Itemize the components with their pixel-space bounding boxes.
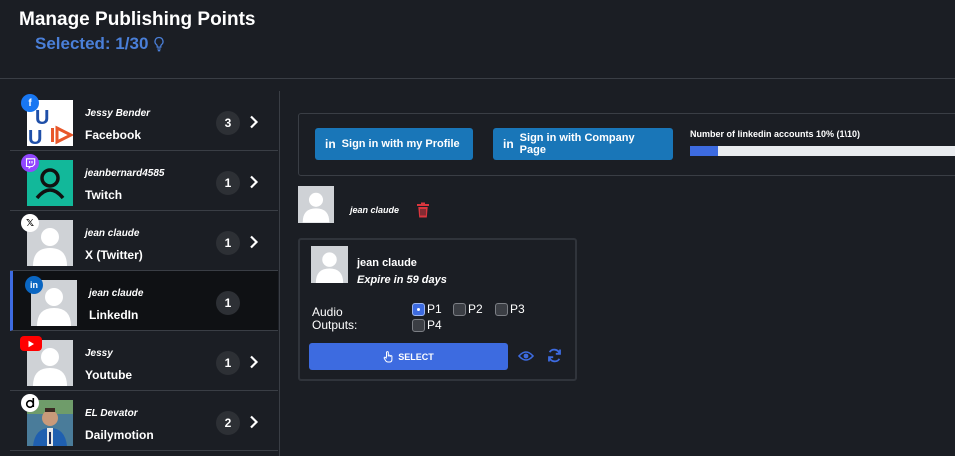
page-title: Manage Publishing Points (19, 9, 256, 30)
select-label: SELECT (398, 351, 434, 362)
chevron-right-icon[interactable] (249, 355, 259, 369)
sidebar-item-youtube[interactable]: Jessy Youtube 1 (10, 331, 278, 391)
account-quota-label: Number of linkedin accounts 10% (1\10) (690, 129, 861, 139)
linkedin-icon: in (325, 137, 336, 151)
platform-name: Dailymotion (85, 428, 154, 442)
platform-name: Facebook (85, 128, 142, 142)
svg-text:U: U (35, 107, 49, 129)
chevron-right-icon[interactable] (249, 115, 259, 129)
selected-count-text: Selected: 1/30 (35, 34, 149, 53)
sign-in-company-button[interactable]: in Sign in with Company Page (493, 128, 673, 160)
dailymotion-icon (21, 394, 39, 412)
audio-output-label: P1 (427, 302, 442, 316)
account-count: 1 (216, 171, 240, 195)
platform-name: Twitch (85, 188, 123, 202)
sidebar-item-linkedin[interactable]: in jean claude LinkedIn 1 (10, 271, 278, 331)
audio-output-label: P2 (468, 302, 483, 316)
checkbox[interactable] (412, 302, 425, 316)
sidebar-item-facebook[interactable]: UU f Jessy Bender Facebook 3 (10, 91, 278, 151)
account-count: 1 (216, 231, 240, 255)
checkbox[interactable] (412, 318, 425, 332)
account-count: 3 (216, 111, 240, 135)
checkbox[interactable] (495, 302, 508, 316)
linkedin-signin-bar: in Sign in with my Profile in Sign in wi… (298, 113, 955, 176)
sign-in-profile-button[interactable]: in Sign in with my Profile (315, 128, 473, 160)
lightbulb-icon[interactable] (153, 36, 165, 52)
youtube-icon (20, 336, 42, 351)
checkbox[interactable] (453, 302, 466, 316)
linkedin-icon: in (503, 137, 514, 151)
sign-in-profile-label: Sign in with my Profile (341, 138, 460, 150)
audio-output-label: P3 (510, 302, 525, 316)
audio-output-p3[interactable]: P3 (495, 302, 525, 316)
audio-output-p1[interactable]: P1 (412, 302, 442, 316)
sidebar-item-x-twitter[interactable]: 𝕏 jean claude X (Twitter) 1 (10, 211, 278, 271)
sign-in-company-label: Sign in with Company Page (519, 132, 635, 156)
account-username: jean claude (89, 288, 144, 299)
facebook-icon: f (21, 94, 39, 112)
svg-text:U: U (28, 127, 42, 146)
platform-name: X (Twitter) (85, 248, 143, 262)
chevron-right-icon[interactable] (249, 175, 259, 189)
account-count: 1 (216, 291, 240, 315)
publishing-points-sidebar: UU f Jessy Bender Facebook 3 jeanbernard… (10, 91, 280, 456)
account-username: EL Devator (85, 408, 138, 419)
linkedin-account-row: jean claude (298, 186, 498, 224)
page-header: Manage Publishing Points Selected: 1/30 (0, 0, 955, 79)
default-avatar (311, 246, 348, 283)
account-count: 1 (216, 351, 240, 375)
refresh-icon[interactable] (547, 348, 562, 363)
trash-icon[interactable] (416, 202, 430, 218)
audio-output-p2[interactable]: P2 (453, 302, 483, 316)
chevron-right-icon[interactable] (249, 235, 259, 249)
account-quota-progress-fill (690, 146, 718, 156)
sidebar-item-dailymotion[interactable]: EL Devator Dailymotion 2 (10, 391, 278, 451)
twitch-icon (21, 154, 39, 172)
select-button[interactable]: SELECT (309, 343, 508, 370)
linkedin-icon: in (25, 276, 43, 294)
chevron-right-icon[interactable] (249, 415, 259, 429)
account-count: 2 (216, 411, 240, 435)
audio-output-label: P4 (427, 318, 442, 332)
eye-icon[interactable] (518, 350, 534, 362)
hand-pointer-icon (383, 350, 393, 362)
x-twitter-icon: 𝕏 (21, 214, 39, 232)
audio-output-p4[interactable]: P4 (412, 318, 442, 332)
account-quota-progress (690, 146, 955, 156)
platform-name: Youtube (85, 368, 133, 382)
account-username: Jessy Bender (85, 108, 151, 119)
audio-outputs-label: Audio Outputs: (312, 305, 358, 332)
default-avatar (298, 186, 334, 223)
account-username: jeanbernard4585 (85, 168, 165, 179)
account-username: Jessy (85, 348, 113, 359)
platform-name: LinkedIn (89, 308, 139, 322)
sidebar-item-twitch[interactable]: jeanbernard4585 Twitch 1 (10, 151, 278, 211)
token-expiry: Expire in 59 days (357, 274, 447, 286)
account-username: jean claude (85, 228, 140, 239)
account-name: jean claude (350, 205, 400, 215)
card-account-name: jean claude (357, 257, 417, 269)
selected-count: Selected: 1/30 (35, 34, 165, 54)
publishing-point-card: jean claude Expire in 59 days Audio Outp… (298, 238, 577, 381)
